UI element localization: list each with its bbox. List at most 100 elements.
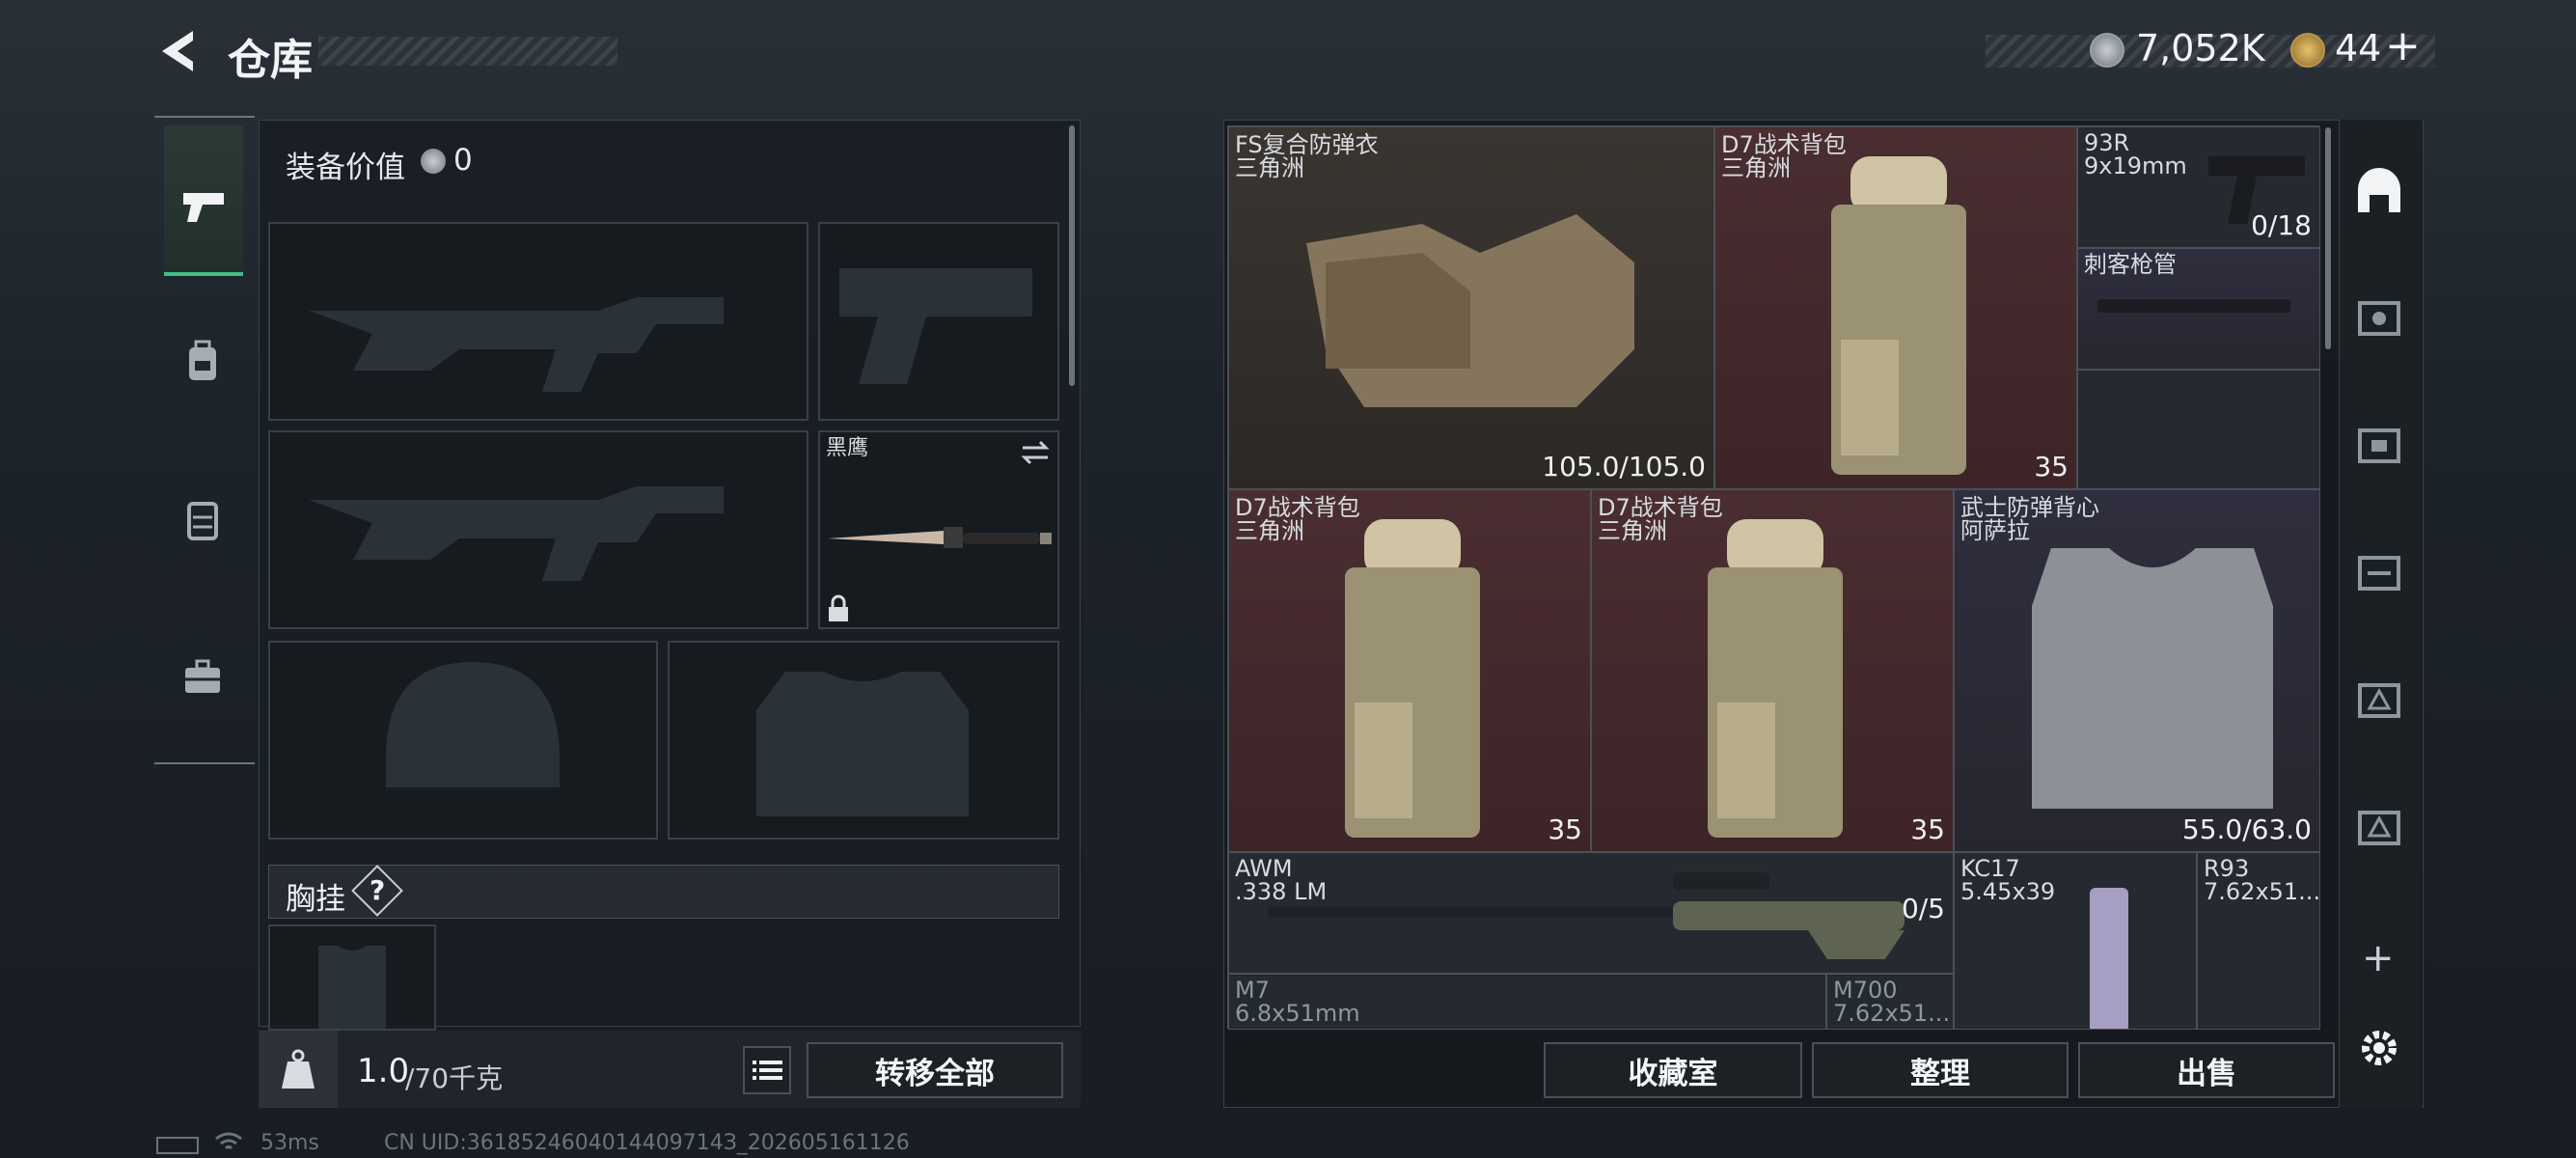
item-kc17[interactable]: KC17 5.45x39: [1954, 852, 2197, 1030]
weight-current: 1.0: [357, 1052, 410, 1090]
stash-page-icon: [2358, 556, 2400, 591]
rifle-silhouette-icon: [309, 486, 724, 581]
item-durability: 55.0/63.0: [2181, 813, 2312, 845]
sniper-rifle-image: [1268, 872, 1905, 959]
add-stash-page-button[interactable]: +: [2362, 936, 2395, 980]
collection-room-button[interactable]: 收藏室: [1544, 1042, 1802, 1098]
pistol-icon: [183, 193, 224, 222]
chest-rig-slot[interactable]: [268, 924, 436, 1031]
stash-tab-6[interactable]: [2350, 672, 2408, 730]
page-title: 仓库: [228, 36, 313, 85]
add-token-button[interactable]: +: [2385, 21, 2421, 70]
coin-icon: [2090, 33, 2124, 68]
item-sub: 三角洲: [1721, 154, 1791, 181]
sell-button[interactable]: 出售: [2078, 1042, 2335, 1098]
item-d7-backpack[interactable]: D7战术背包 三角洲 35: [1228, 489, 1591, 852]
warehouse-screen: 仓库 7,052K 44 + 装备价值 0 黑鹰 胸挂 ? ? 1.0 /70千…: [0, 0, 2576, 1158]
item-sub: 三角洲: [1235, 517, 1304, 544]
currency-amount: 7,052K: [2136, 27, 2265, 69]
item-fs-armor[interactable]: FS复合防弹衣 三角洲 105.0/105.0: [1228, 126, 1714, 489]
help-icon-glyph: ?: [370, 874, 386, 906]
backpack-image: [1708, 519, 1843, 838]
back-button[interactable]: [154, 27, 201, 75]
item-assassin-barrel[interactable]: 刺客枪管: [2077, 248, 2320, 370]
item-sub: 9x19mm: [2084, 152, 2187, 179]
item-r93[interactable]: R93 7.62x51...: [2197, 852, 2320, 1030]
backpack-image: [1345, 519, 1480, 838]
uid-text: CN UID:3618524604014409714З_202605161126: [384, 1131, 910, 1155]
backpack-image: [1831, 156, 1966, 475]
stash-page-icon: [2358, 428, 2400, 463]
organize-button[interactable]: 整理: [1812, 1042, 2069, 1098]
rig-silhouette-icon: [318, 946, 386, 1029]
item-awm[interactable]: AWM .338 LM 0/5: [1228, 852, 1954, 974]
item-sub: 三角洲: [1598, 517, 1667, 544]
vest-silhouette-icon: [756, 672, 969, 816]
list-icon: [753, 1061, 782, 1080]
item-93r[interactable]: 93R 9x19mm 0/18: [2077, 126, 2320, 248]
backpack-icon: [189, 340, 216, 380]
equip-value: 0: [453, 143, 473, 178]
item-name: 刺客枪管: [2084, 251, 2177, 278]
title-decoration: [318, 37, 617, 66]
stash-main-icon: [2358, 168, 2400, 212]
rig-icon: [187, 502, 218, 540]
transfer-all-button[interactable]: 转移全部: [807, 1042, 1063, 1098]
stash-tab-3[interactable]: [2350, 417, 2408, 475]
item-sub: 三角洲: [1235, 154, 1304, 181]
weight-kg-icon: [282, 1049, 315, 1089]
back-arrow-icon: [162, 31, 193, 71]
item-d7-backpack[interactable]: D7战术背包 三角洲 35: [1714, 126, 2077, 489]
sidearm-slot[interactable]: [818, 222, 1059, 421]
tab-backpack[interactable]: [174, 332, 232, 390]
knife-name: 黑鹰: [826, 436, 869, 460]
stash-tab-4[interactable]: [2350, 544, 2408, 602]
secondary-weapon-slot[interactable]: [268, 430, 808, 629]
empty-cell[interactable]: [2077, 370, 2320, 489]
item-durability: 105.0/105.0: [1542, 451, 1706, 482]
stash-page-icon: [2358, 683, 2400, 718]
ping-text: 53ms: [260, 1131, 319, 1155]
token-icon: [2290, 33, 2325, 68]
swap-icon[interactable]: [1019, 438, 1052, 467]
stash-tab-5[interactable]: [2350, 290, 2408, 347]
stash-tab-7[interactable]: [2350, 799, 2408, 857]
stash-page-icon: [2358, 811, 2400, 845]
item-samurai-vest[interactable]: 武士防弹背心 阿萨拉 55.0/63.0: [1954, 489, 2320, 852]
helmet-silhouette-icon: [386, 662, 560, 787]
list-view-button[interactable]: [743, 1046, 791, 1094]
armor-slot[interactable]: [668, 641, 1059, 840]
stash-scrollbar[interactable]: [2325, 127, 2331, 349]
weight-max: /70千克: [405, 1062, 504, 1094]
stash-tab-main[interactable]: [2350, 162, 2408, 220]
item-m7[interactable]: M7 6.8x51mm: [1228, 974, 1826, 1030]
primary-weapon-slot[interactable]: [268, 222, 808, 421]
equip-value-label: 装备价值: [286, 151, 405, 185]
stash-page-icon: [2358, 301, 2400, 336]
battery-icon: [156, 1137, 199, 1154]
coin-icon: [421, 149, 446, 174]
kc17-image: [2090, 888, 2128, 1029]
melee-slot[interactable]: 黑鹰: [818, 430, 1059, 629]
stash-grid: FS复合防弹衣 三角洲 105.0/105.0 D7战术背包 三角洲 35 93…: [1227, 125, 2320, 1030]
item-capacity: 35: [2034, 451, 2069, 482]
rifle-silhouette-icon: [309, 297, 724, 392]
helmet-slot[interactable]: [268, 641, 658, 840]
chest-rig-label: 胸挂: [286, 882, 345, 917]
lock-icon: [829, 594, 848, 621]
tab-safebox[interactable]: [174, 648, 232, 706]
knife-image: [828, 527, 1052, 548]
tab-weapons[interactable]: [164, 125, 243, 276]
item-capacity: 35: [1910, 813, 1945, 845]
item-capacity: 35: [1548, 813, 1582, 845]
panel-scrollbar[interactable]: [1069, 125, 1075, 386]
item-ammo: 0/5: [1901, 893, 1945, 924]
item-d7-backpack[interactable]: D7战术背包 三角洲 35: [1591, 489, 1954, 852]
settings-button[interactable]: [2350, 1019, 2408, 1077]
item-ammo: 0/18: [2251, 209, 2312, 241]
wifi-icon: [215, 1132, 242, 1150]
item-sub: 5.45x39: [1960, 878, 2056, 905]
tab-rig[interactable]: [174, 490, 232, 548]
armor-image: [1306, 214, 1634, 407]
item-m700[interactable]: M700 7.62x51...: [1826, 974, 1954, 1030]
